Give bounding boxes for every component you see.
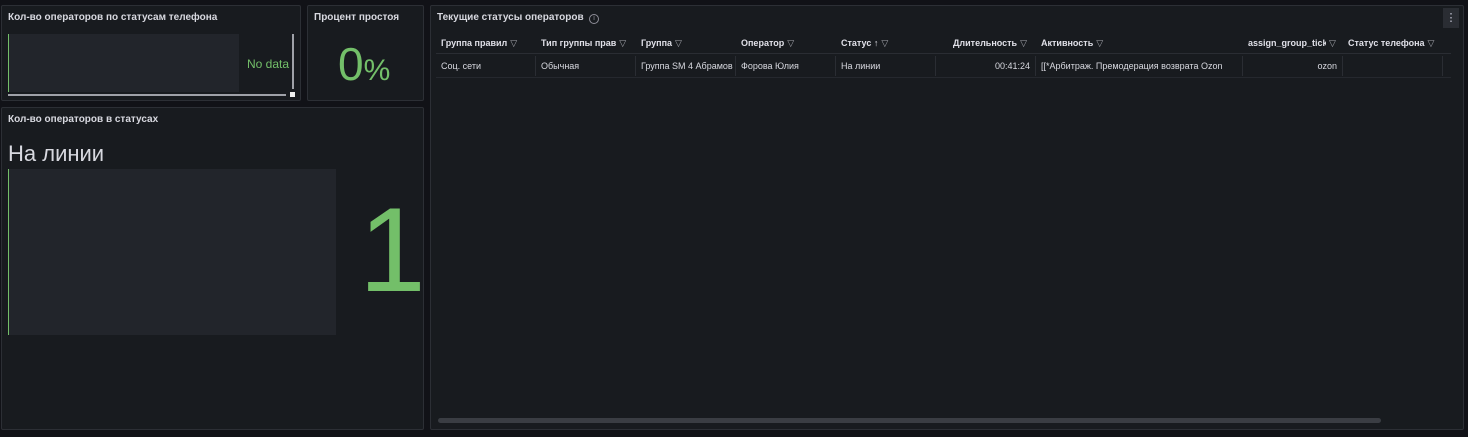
filter-icon[interactable]: ▽ (675, 33, 682, 53)
header-divider (436, 53, 1451, 54)
column-header-label: assign_group_tick (1248, 38, 1326, 48)
status-name: На линии (8, 141, 105, 166)
cell-activity: [[*Арбитраж. Премодерация возврата Ozon (1036, 56, 1243, 76)
panel-menu-icon[interactable]: ⋮ (1443, 8, 1459, 28)
vertical-scrollbar[interactable] (292, 34, 294, 89)
operators-table-panel: Текущие статусы операторов i ⋮ Группа пр… (430, 5, 1464, 430)
column-header-status[interactable]: Статус ↑ ▽ (836, 33, 948, 53)
column-header-phone-status[interactable]: Статус телефона ▽ (1343, 33, 1443, 53)
no-data-label: No data (247, 57, 290, 71)
filter-icon[interactable]: ▽ (1329, 33, 1336, 53)
cell-status: На линии (836, 56, 936, 76)
cell-assign-group: ozon (1243, 56, 1343, 76)
idle-percent-value: 0% (338, 38, 390, 97)
status-count-value: 1 (359, 183, 424, 317)
status-count-panel: Кол-во операторов в статусах На линии 1 (1, 107, 424, 430)
cell-operator: Форова Юлия (736, 56, 836, 76)
column-header-duration[interactable]: Длительность ▽ (948, 33, 1036, 53)
phone-status-graph-area (8, 34, 239, 92)
horizontal-scrollbar[interactable] (8, 94, 286, 96)
column-header-group-type[interactable]: Тип группы прав ▽ (536, 33, 636, 53)
phone-status-panel: Кол-во операторов по статусам телефона N… (1, 5, 301, 101)
panel-title: Процент простоя (314, 12, 400, 23)
column-header-label: Тип группы прав (541, 38, 617, 48)
idle-percent-panel: Процент простоя 0% (307, 5, 424, 101)
column-header-label: Группа (641, 38, 673, 48)
filter-icon[interactable]: ▽ (510, 33, 517, 53)
column-header-label: Статус (841, 38, 872, 48)
panel-title: Кол-во операторов в статусах (8, 114, 159, 125)
cell-group: Группа SM 4 Абрамов (636, 56, 736, 76)
column-header-assign-group[interactable]: assign_group_tick▽ (1243, 33, 1343, 53)
panel-title: Кол-во операторов по статусам телефона (8, 12, 218, 23)
column-header-label: Группа правил (441, 38, 508, 48)
idle-percent-unit: % (363, 54, 391, 87)
sort-ascending-icon: ↑ (873, 38, 879, 48)
filter-icon[interactable]: ▽ (1020, 33, 1027, 53)
column-header-rule-group[interactable]: Группа правил ▽ (436, 33, 536, 53)
column-header-operator[interactable]: Оператор ▽ (736, 33, 836, 53)
info-icon[interactable]: i (589, 14, 599, 24)
panel-title: Текущие статусы операторов (437, 12, 584, 23)
filter-icon[interactable]: ▽ (1428, 33, 1435, 53)
filter-icon[interactable]: ▽ (1096, 33, 1103, 53)
column-header-group[interactable]: Группа ▽ (636, 33, 736, 53)
status-sparkline-area (8, 169, 336, 335)
filter-icon[interactable]: ▽ (787, 33, 794, 53)
table-row[interactable]: Соц. сети Обычная Группа SM 4 Абрамов Фо… (436, 55, 1451, 78)
column-header-label: Активность (1041, 38, 1094, 48)
filter-icon[interactable]: ▽ (881, 33, 888, 53)
cell-group-type: Обычная (536, 56, 636, 76)
cell-duration: 00:41:24 (936, 56, 1036, 76)
column-header-label: Статус телефона (1348, 38, 1425, 48)
cell-rule-group: Соц. сети (436, 56, 536, 76)
column-header-label: Оператор (741, 38, 785, 48)
filter-icon[interactable]: ▽ (619, 33, 626, 53)
table-horizontal-scrollbar[interactable] (438, 418, 1381, 423)
idle-percent-number: 0 (338, 38, 364, 90)
column-header-activity[interactable]: Активность ▽ (1036, 33, 1243, 53)
column-header-label: Длительность (953, 38, 1018, 48)
scroll-corner (290, 92, 295, 97)
cell-phone-status (1343, 56, 1443, 76)
